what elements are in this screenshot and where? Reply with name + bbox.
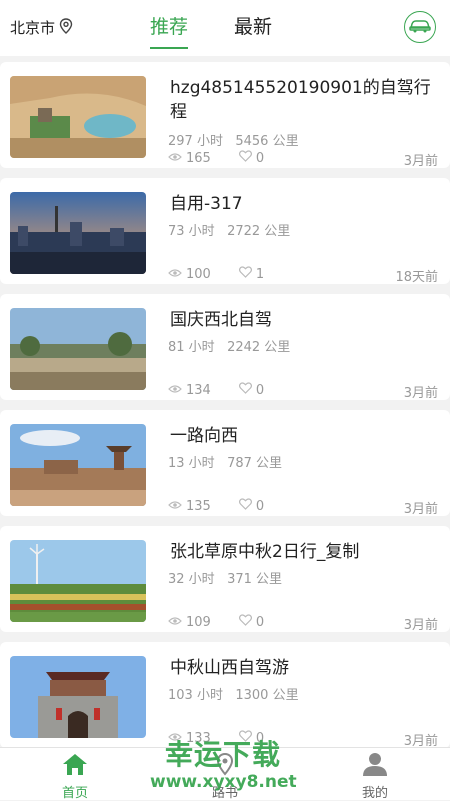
- trip-title: 中秋山西自驾游: [170, 658, 289, 678]
- view-count: 165: [186, 150, 211, 166]
- trip-thumbnail: [10, 424, 146, 506]
- trip-date: 3月前: [403, 386, 438, 401]
- trip-hours: 13 小时: [168, 456, 215, 471]
- trip-card[interactable]: 自用-317 73 小时 2722 公里 100 1 18天前: [0, 178, 450, 285]
- trip-hours: 73 小时: [168, 224, 215, 239]
- location-pin-icon: [59, 17, 73, 38]
- nav-home-label: 首页: [61, 786, 88, 801]
- nav-me[interactable]: 我的: [345, 752, 405, 801]
- view-count: 100: [186, 266, 211, 282]
- heart-icon[interactable]: [238, 382, 252, 398]
- eye-icon: [168, 267, 182, 282]
- heart-icon[interactable]: [238, 150, 252, 166]
- trip-distance: 1300 公里: [235, 688, 299, 703]
- home-icon: [61, 754, 89, 780]
- trip-title: 一路向西: [170, 426, 238, 446]
- car-button[interactable]: [404, 11, 436, 43]
- trip-hours: 103 小时: [168, 688, 223, 703]
- city-label: 北京市: [10, 19, 56, 37]
- trip-card[interactable]: 张北草原中秋2日行_复制 32 小时 371 公里 109 0 3月前: [0, 526, 450, 633]
- trip-stats: 73 小时 2722 公里: [168, 220, 290, 239]
- trip-thumbnail: [10, 656, 146, 738]
- trip-distance: 2242 公里: [227, 340, 291, 355]
- trip-metrics: 109 0: [168, 614, 264, 630]
- tab-recommend[interactable]: 推荐: [150, 12, 189, 49]
- trip-title: 自用-317: [170, 194, 243, 214]
- trip-title: 张北草原中秋2日行_复制: [170, 542, 360, 562]
- watermark-title: 幸运下载: [165, 738, 282, 771]
- trip-metrics: 165 0: [168, 150, 264, 166]
- trip-date: 3月前: [403, 502, 438, 517]
- eye-icon: [168, 615, 182, 630]
- trip-stats: 81 小时 2242 公里: [168, 336, 290, 355]
- like-count: 0: [255, 614, 265, 630]
- eye-icon: [168, 151, 182, 166]
- trip-title: hzg485145520190901的自驾行程: [170, 78, 431, 122]
- trip-hours: 297 小时: [168, 134, 223, 149]
- trip-stats: 32 小时 371 公里: [168, 568, 282, 587]
- top-bar: 北京市 推荐 最新: [0, 0, 450, 56]
- trip-thumbnail: [10, 308, 146, 390]
- view-count: 135: [186, 498, 211, 514]
- trip-distance: 371 公里: [227, 572, 283, 587]
- like-count: 0: [255, 498, 265, 514]
- trip-stats: 297 小时 5456 公里: [168, 130, 299, 149]
- eye-icon: [168, 499, 182, 514]
- trip-date: 18天前: [395, 270, 438, 285]
- trip-card[interactable]: 国庆西北自驾 81 小时 2242 公里 134 0 3月前: [0, 294, 450, 401]
- tab-latest[interactable]: 最新: [234, 12, 272, 45]
- user-icon: [362, 753, 388, 780]
- like-count: 0: [255, 150, 265, 166]
- eye-icon: [168, 383, 182, 398]
- trip-stats: 103 小时 1300 公里: [168, 684, 299, 703]
- like-count: 1: [255, 266, 265, 282]
- trip-date: 3月前: [403, 154, 438, 169]
- trip-hours: 81 小时: [168, 340, 215, 355]
- view-count: 109: [186, 614, 211, 630]
- trip-distance: 787 公里: [227, 456, 283, 471]
- trip-card[interactable]: 一路向西 13 小时 787 公里 135 0 3月前: [0, 410, 450, 517]
- trip-date: 3月前: [403, 618, 438, 633]
- trip-hours: 32 小时: [168, 572, 215, 587]
- nav-me-label: 我的: [361, 786, 388, 801]
- trip-thumbnail: [10, 540, 146, 622]
- trip-metrics: 100 1: [168, 266, 264, 282]
- trip-metrics: 135 0: [168, 498, 264, 514]
- watermark-url: www.xyxy8.net: [150, 772, 297, 792]
- trip-thumbnail: [10, 192, 146, 274]
- view-count: 134: [186, 382, 211, 398]
- heart-icon[interactable]: [238, 498, 252, 514]
- trip-metrics: 134 0: [168, 382, 264, 398]
- trip-stats: 13 小时 787 公里: [168, 452, 282, 471]
- heart-icon[interactable]: [238, 266, 252, 282]
- trip-distance: 5456 公里: [235, 134, 299, 149]
- trip-title: 国庆西北自驾: [170, 310, 272, 330]
- heart-icon[interactable]: [238, 614, 252, 630]
- like-count: 0: [255, 382, 265, 398]
- trip-card[interactable]: hzg485145520190901的自驾行程 297 小时 5456 公里 1…: [0, 62, 450, 169]
- car-icon: [409, 18, 431, 37]
- trip-thumbnail: [10, 76, 146, 158]
- city-selector[interactable]: 北京市: [10, 17, 73, 38]
- trip-distance: 2722 公里: [227, 224, 291, 239]
- nav-home[interactable]: 首页: [45, 752, 105, 801]
- tab-bar: 推荐 最新: [150, 12, 272, 49]
